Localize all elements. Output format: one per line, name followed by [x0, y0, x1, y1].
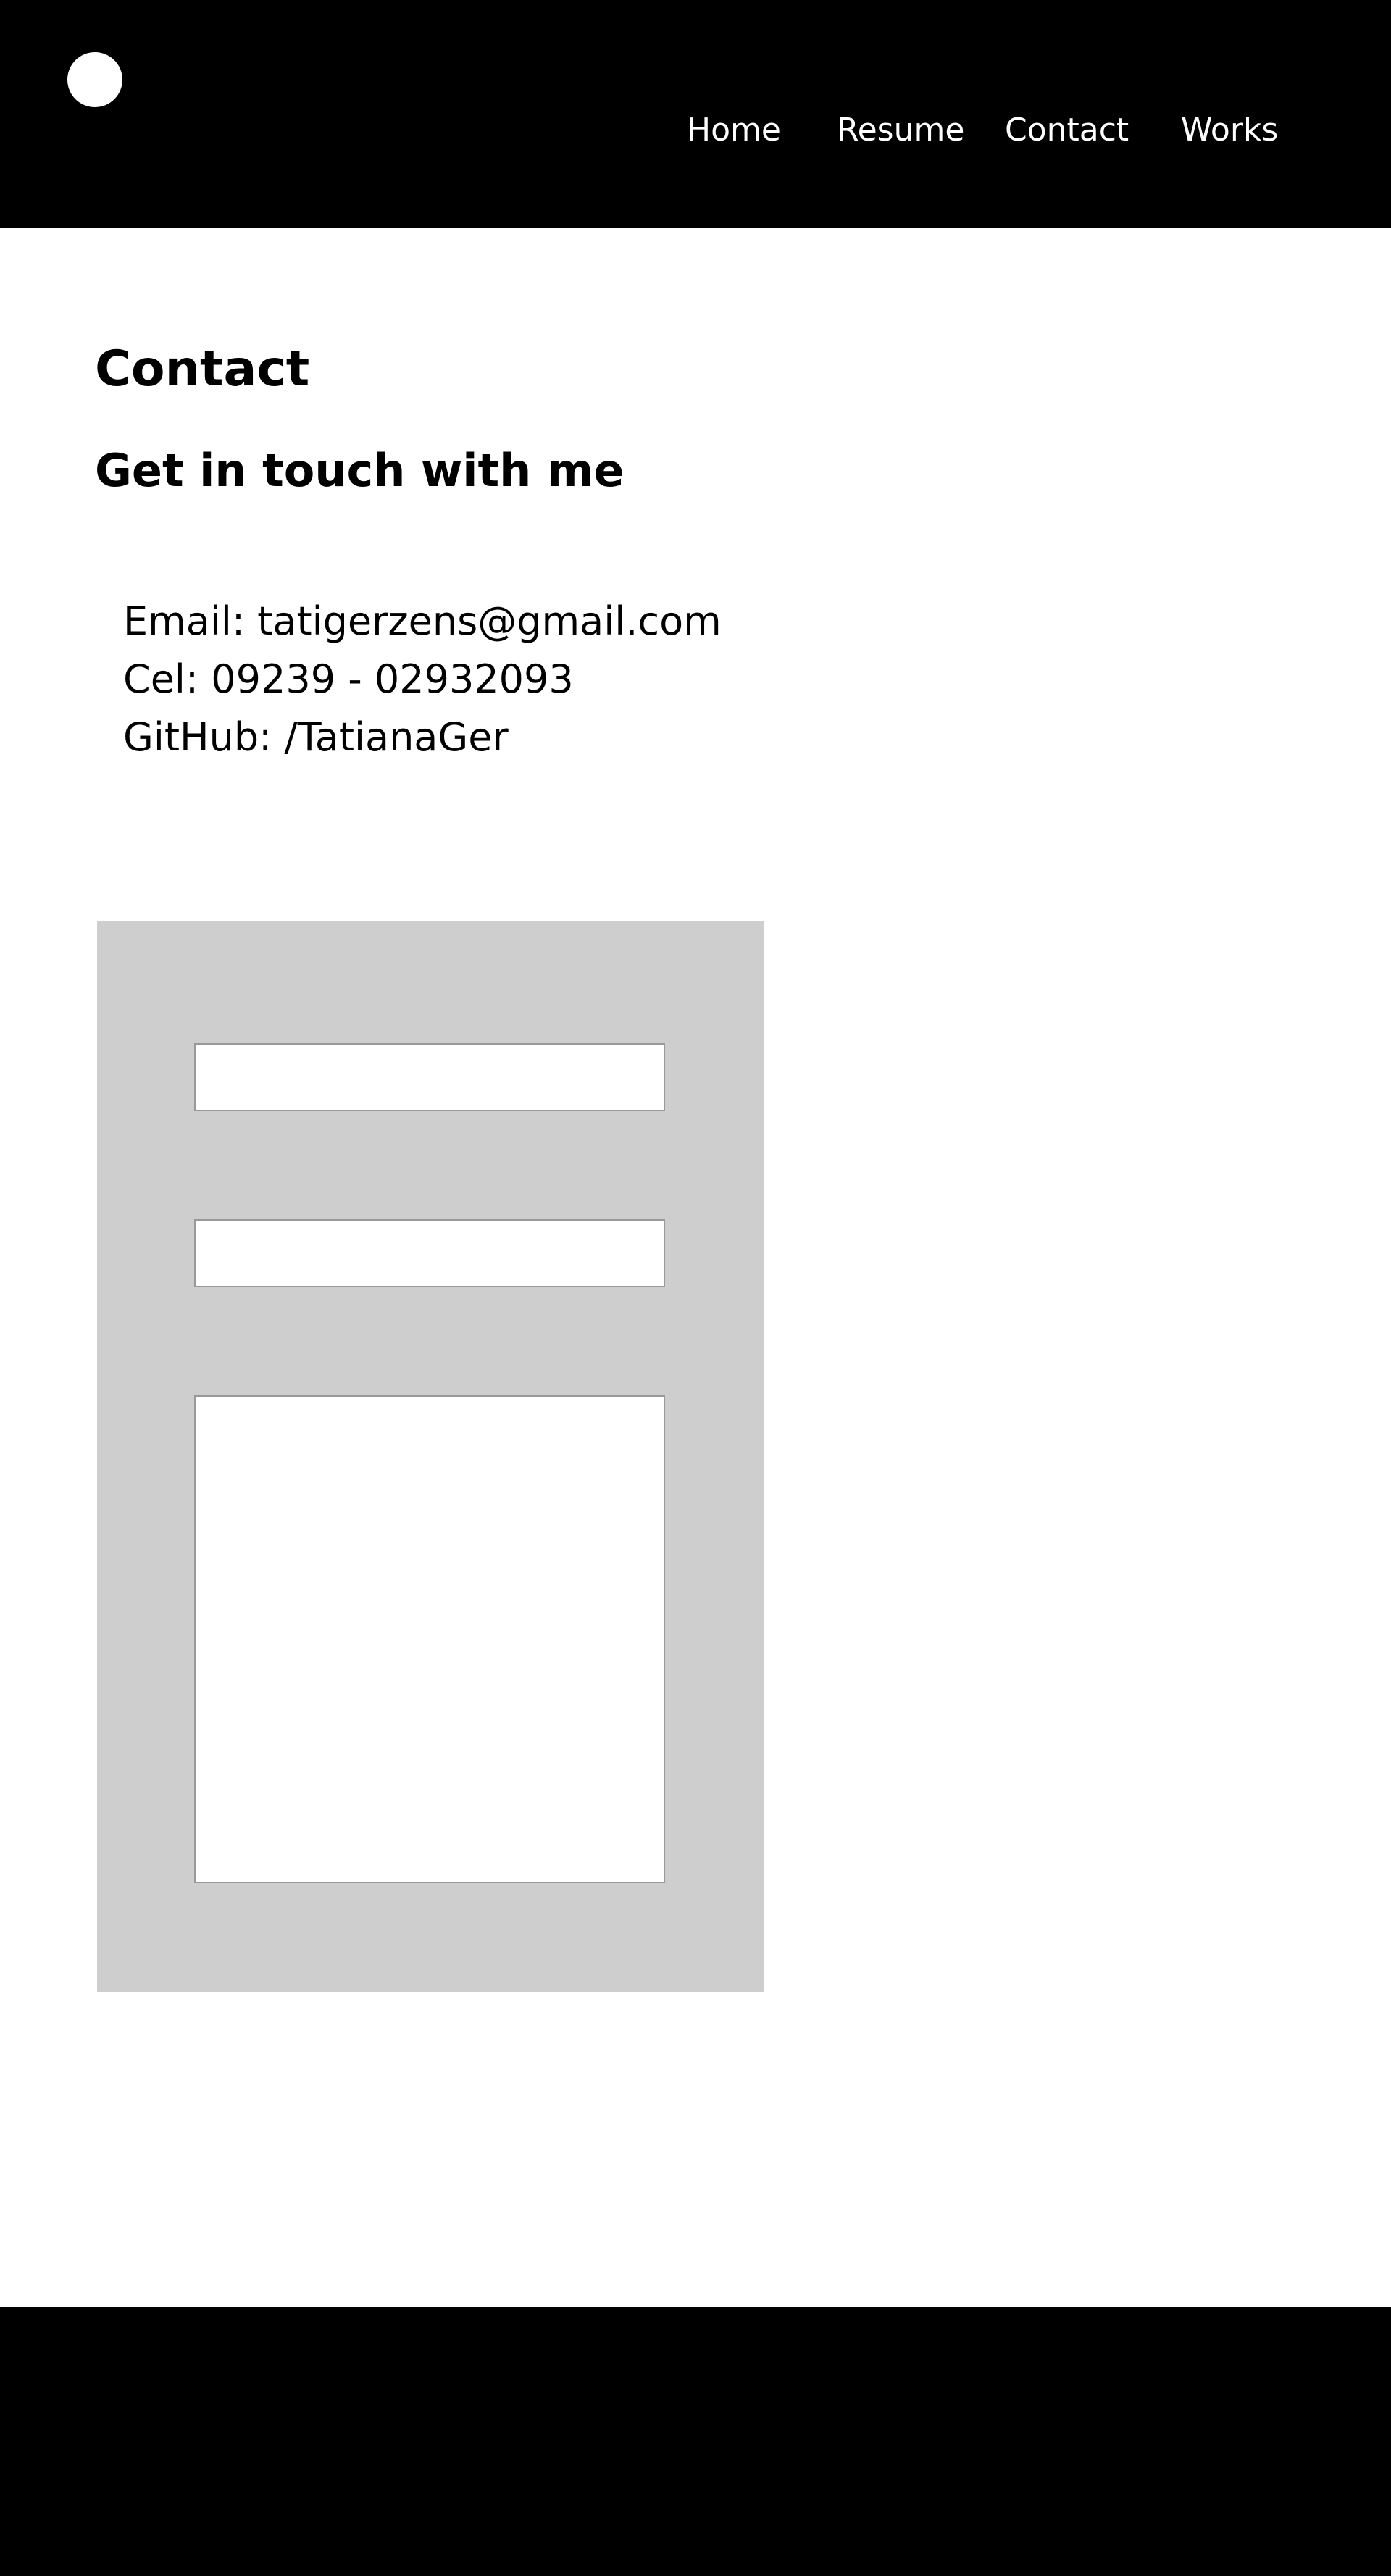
page-title: Contact — [95, 340, 310, 398]
page-subtitle: Get in touch with me — [95, 444, 625, 497]
contact-github: GitHub: /TatianaGer — [123, 714, 509, 760]
nav-contact-link[interactable]: Contact — [1005, 109, 1129, 152]
nav-works-link[interactable]: Works — [1181, 109, 1278, 152]
contact-info: Email: tatigerzens@gmail.com Cel: 09239 … — [123, 593, 722, 766]
site-header: Home Resume Contact Works — [0, 0, 1391, 228]
contact-form — [97, 921, 764, 1992]
site-footer — [0, 2307, 1391, 2576]
main-nav: Home Resume Contact Works — [0, 109, 1391, 152]
contact-form-message[interactable] — [194, 1395, 665, 1883]
nav-home-link[interactable]: Home — [687, 109, 781, 152]
contact-form-field-1[interactable] — [194, 1043, 665, 1111]
contact-form-field-2[interactable] — [194, 1219, 665, 1287]
logo-circle-icon[interactable] — [67, 52, 122, 107]
nav-resume-link[interactable]: Resume — [837, 109, 964, 152]
contact-email: Email: tatigerzens@gmail.com — [123, 598, 722, 644]
contact-phone: Cel: 09239 - 02932093 — [123, 656, 574, 702]
